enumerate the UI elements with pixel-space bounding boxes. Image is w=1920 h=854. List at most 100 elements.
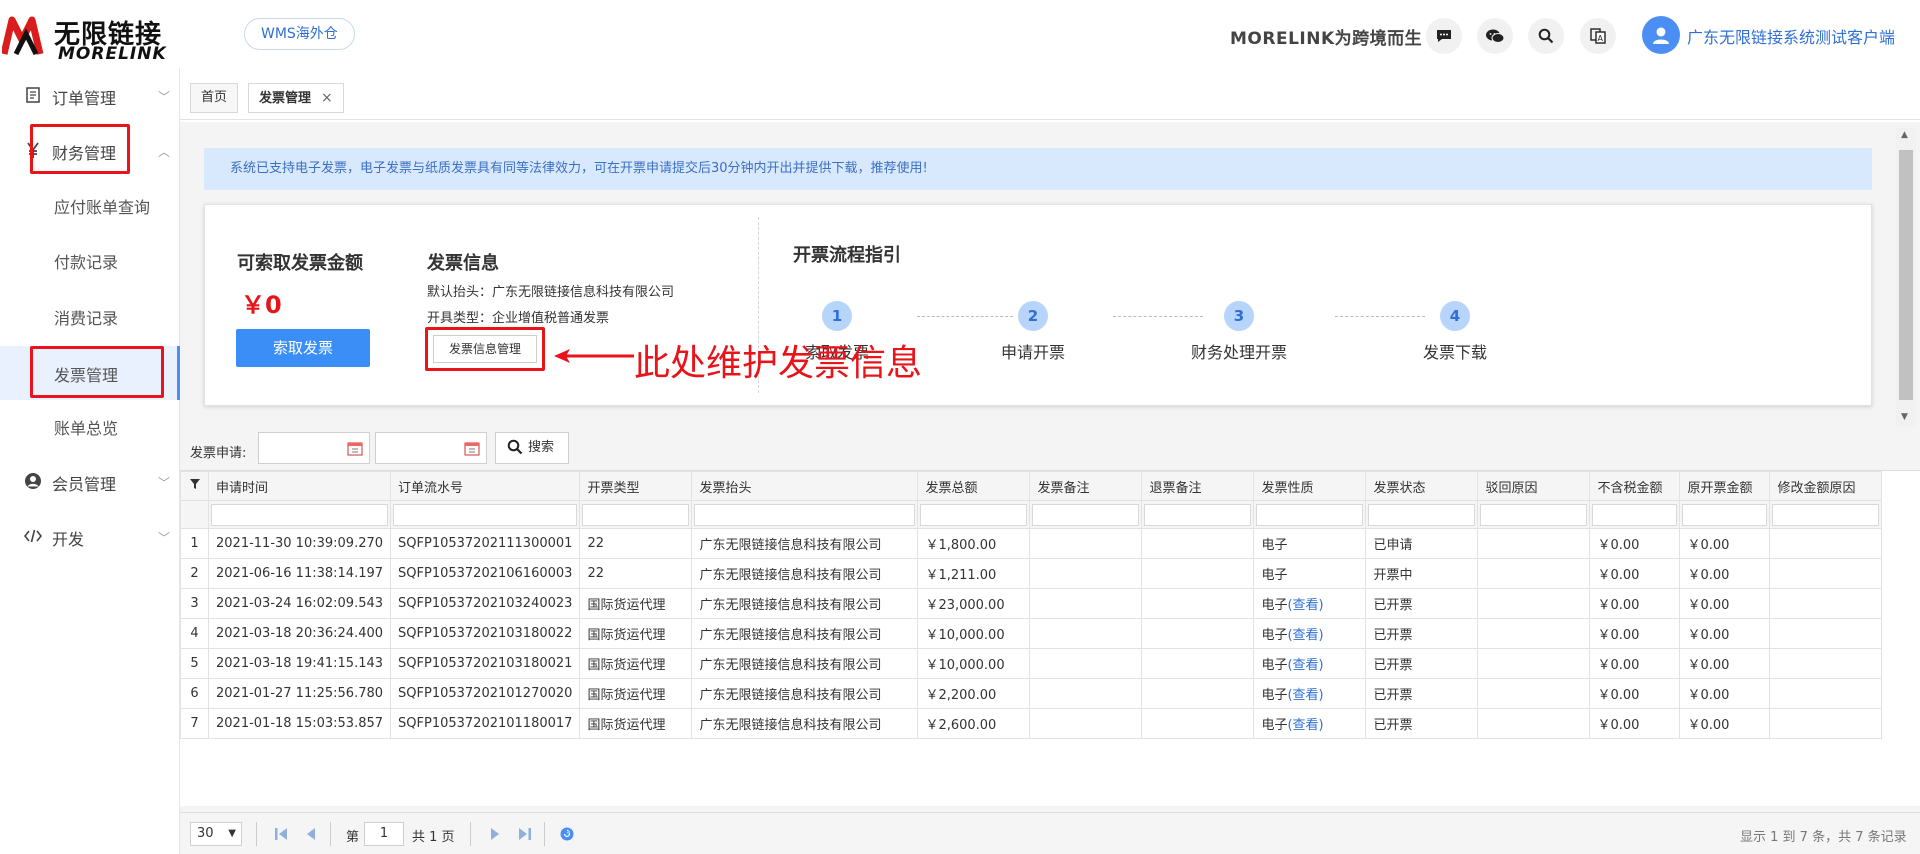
column-header[interactable]: 退票备注 <box>1141 471 1255 501</box>
morelink-logo[interactable]: 无限链接 MORELINK <box>0 8 180 64</box>
column-filter-input[interactable] <box>1480 503 1588 526</box>
close-icon[interactable]: × <box>321 90 333 106</box>
column-header[interactable]: 开票类型 <box>579 471 693 501</box>
request-invoice-button[interactable]: 索取发票 <box>236 329 370 367</box>
cell-reject <box>1477 528 1591 559</box>
wms-warehouse-button[interactable]: WMS海外仓 <box>244 18 355 50</box>
column-filter-input[interactable] <box>1592 503 1678 526</box>
column-filter-input[interactable] <box>1368 503 1476 526</box>
column-header[interactable]: 申请时间 <box>207 471 392 501</box>
next-page-icon[interactable] <box>486 824 504 844</box>
column-header[interactable]: 发票抬头 <box>691 471 919 501</box>
table-row[interactable]: 7 2021-01-18 15:03:53.857 SQFP105372021011… <box>180 708 1883 739</box>
view-invoice-link[interactable]: (查看) <box>1287 628 1323 643</box>
table-pagination: 30 ▼ 第 1 共 1 页 显示 1 到 7 条，共 7 条记录 <box>180 812 1920 854</box>
date-to-input[interactable] <box>375 432 487 464</box>
sidebar-item-label: 账单总览 <box>54 419 119 438</box>
table-row[interactable]: 6 2021-01-27 11:25:56.780 SQFP105372021012… <box>180 678 1883 709</box>
scroll-down-icon[interactable]: ▼ <box>1901 412 1908 422</box>
tab-home[interactable]: 首页 <box>190 83 239 113</box>
column-header[interactable]: 发票总额 <box>917 471 1031 501</box>
cell-untaxed: ￥0.00 <box>1589 528 1681 559</box>
cell-title: 广东无限链接信息科技有限公司 <box>691 708 919 739</box>
sidebar-item-orders[interactable]: 订单管理 ﹀ <box>0 74 180 116</box>
sidebar-item-label: 应付账单查询 <box>54 198 151 217</box>
column-header[interactable]: 驳回原因 <box>1477 471 1591 501</box>
search-icon[interactable] <box>1528 18 1564 54</box>
view-invoice-link[interactable]: (查看) <box>1287 718 1323 733</box>
invoice-summary-card: 可索取发票金额 ￥0 索取发票 发票信息 默认抬头：广东无限链接信息科技有限公司… <box>204 204 1872 406</box>
invoice-nature-text: 电子 <box>1261 658 1288 673</box>
column-filter-input[interactable] <box>1144 503 1252 526</box>
cell-nature: 电子(查看) <box>1253 588 1367 619</box>
cell-total: ￥2,200.00 <box>917 678 1031 709</box>
table-row[interactable]: 1 2021-11-30 10:39:09.270 SQFP105372021113… <box>180 528 1883 559</box>
sidebar-item-payables[interactable]: 应付账单查询 <box>0 183 180 225</box>
column-header[interactable]: 原开票金额 <box>1679 471 1771 501</box>
search-button[interactable]: 搜索 <box>495 432 569 464</box>
user-avatar-icon[interactable] <box>1642 16 1680 54</box>
scroll-up-icon[interactable]: ▲ <box>1901 130 1908 140</box>
column-header[interactable]: 发票状态 <box>1365 471 1479 501</box>
last-page-icon[interactable] <box>516 824 534 844</box>
cell-time: 2021-01-27 11:25:56.780 <box>207 678 392 709</box>
view-invoice-link[interactable]: (查看) <box>1287 658 1323 673</box>
sidebar-item-label: 会员管理 <box>52 475 117 494</box>
sidebar-item-bill-overview[interactable]: 账单总览 <box>0 404 180 446</box>
cell-untaxed: ￥0.00 <box>1589 708 1681 739</box>
chat-icon[interactable] <box>1426 18 1462 54</box>
filter-icon[interactable] <box>180 471 209 501</box>
sidebar-item-payment-records[interactable]: 付款记录 <box>0 238 180 280</box>
step-label: 申请开票 <box>1000 343 1065 362</box>
current-user-name[interactable]: 广东无限链接系统测试客户端 <box>1687 24 1895 48</box>
column-header[interactable]: 不含税金额 <box>1589 471 1681 501</box>
page-size-select[interactable]: 30 ▼ <box>190 822 242 846</box>
code-icon <box>24 529 42 543</box>
pager-separator <box>256 822 257 846</box>
table-row[interactable]: 2 2021-06-16 11:38:14.197 SQFP105372021061… <box>180 558 1883 589</box>
cell-untaxed: ￥0.00 <box>1589 588 1681 619</box>
table-row[interactable]: 5 2021-03-18 19:41:15.143 SQFP105372021031… <box>180 648 1883 679</box>
tab-label: 发票管理 <box>259 91 312 106</box>
step-number: 1 <box>822 301 852 331</box>
view-invoice-link[interactable]: (查看) <box>1287 598 1323 613</box>
first-page-icon[interactable] <box>272 824 290 844</box>
column-header[interactable]: 发票备注 <box>1029 471 1143 501</box>
calendar-icon[interactable] <box>464 441 480 456</box>
cell-orig: ￥0.00 <box>1679 708 1771 739</box>
column-filter-input[interactable] <box>1772 503 1880 526</box>
prev-page-icon[interactable] <box>302 824 320 844</box>
filter-cell <box>180 500 209 529</box>
column-filter-input[interactable] <box>1032 503 1140 526</box>
column-header[interactable]: 订单流水号 <box>390 471 581 501</box>
cell-refund <box>1141 648 1255 679</box>
table-row[interactable]: 4 2021-03-18 20:36:24.400 SQFP105372021031… <box>180 618 1883 649</box>
cell-serial: SQFP10537202111300001 <box>390 528 581 559</box>
content-scrollbar[interactable]: ▲ ▼ <box>1896 128 1916 426</box>
column-filter-input[interactable] <box>694 503 916 526</box>
cell-refund <box>1141 678 1255 709</box>
tab-invoice-management[interactable]: 发票管理 × <box>248 83 344 113</box>
column-header[interactable]: 修改金额原因 <box>1769 471 1883 501</box>
cell-reject <box>1477 648 1591 679</box>
wechat-icon[interactable] <box>1477 18 1513 54</box>
column-filter-input[interactable] <box>582 503 690 526</box>
translate-icon[interactable]: A <box>1580 18 1616 54</box>
table-row[interactable]: 3 2021-03-24 16:02:09.543 SQFP105372021032… <box>180 588 1883 619</box>
page-number-input[interactable]: 1 <box>364 822 404 846</box>
cell-serial: SQFP10537202101180017 <box>390 708 581 739</box>
column-header[interactable]: 发票性质 <box>1253 471 1367 501</box>
sidebar-item-develop[interactable]: 开发 ﹀ <box>0 515 180 557</box>
date-from-input[interactable] <box>258 432 370 464</box>
refresh-icon[interactable] <box>558 824 576 844</box>
view-invoice-link[interactable]: (查看) <box>1287 688 1323 703</box>
sidebar-item-members[interactable]: 会员管理 ﹀ <box>0 460 180 502</box>
column-filter-input[interactable] <box>393 503 578 526</box>
column-filter-input[interactable] <box>1256 503 1364 526</box>
column-filter-input[interactable] <box>1682 503 1768 526</box>
column-filter-input[interactable] <box>920 503 1028 526</box>
sidebar-item-consumption-records[interactable]: 消费记录 <box>0 294 180 336</box>
scrollbar-thumb[interactable] <box>1899 150 1913 400</box>
calendar-icon[interactable] <box>347 441 363 456</box>
column-filter-input[interactable] <box>211 503 389 526</box>
